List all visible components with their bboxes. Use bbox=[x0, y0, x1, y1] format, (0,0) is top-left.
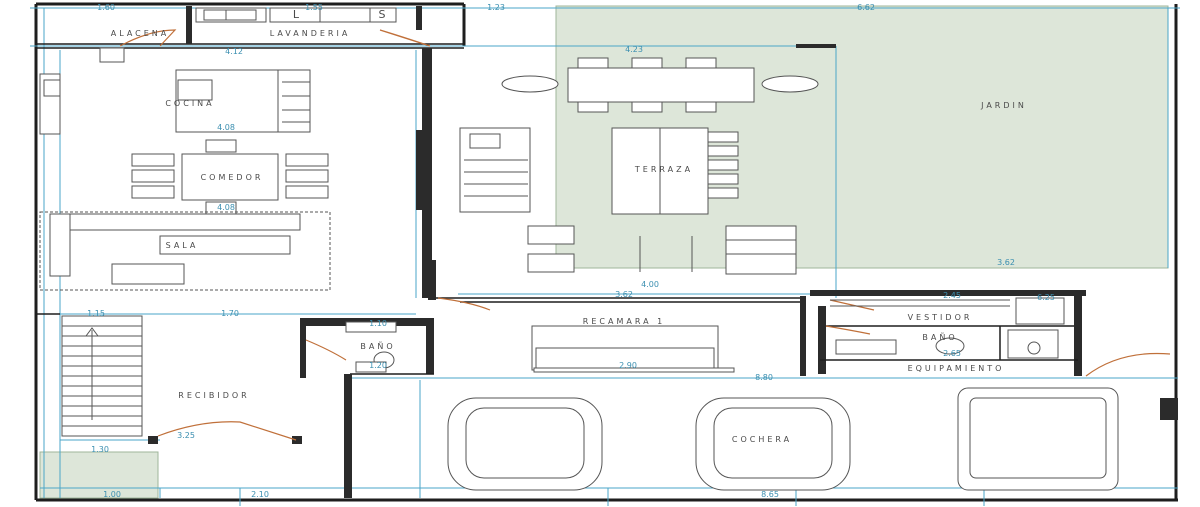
label-recibidor: RECIBIDOR bbox=[178, 391, 249, 400]
dim-2-90: 2.90 bbox=[619, 361, 637, 370]
dim-8-80: 8.80 bbox=[755, 373, 773, 382]
dim-1-23: 1.23 bbox=[487, 3, 505, 12]
dim-4-08-a: 4.08 bbox=[217, 123, 235, 132]
dim-3-62-a: 3.62 bbox=[997, 258, 1015, 267]
service-furniture bbox=[39, 7, 397, 135]
label-s: S bbox=[379, 8, 386, 21]
dim-3-25: 3.25 bbox=[177, 431, 195, 440]
dim-3-62-b: 3.62 bbox=[615, 290, 633, 299]
label-terraza: TERRAZA bbox=[634, 165, 693, 174]
label-cocina: COCINA bbox=[165, 99, 214, 108]
dim-1-70: 1.70 bbox=[221, 309, 239, 318]
label-alacena: ALACENA bbox=[111, 29, 170, 38]
label-bano-right: BAÑO bbox=[922, 332, 957, 342]
planter-area bbox=[39, 451, 159, 499]
dim-2-45: 2.45 bbox=[943, 291, 961, 300]
label-recamara: RECAMARA 1 bbox=[583, 317, 665, 326]
label-bano-left: BAÑO bbox=[360, 341, 395, 351]
dim-1-15: 1.15 bbox=[87, 309, 105, 318]
dim-4-23: 4.23 bbox=[625, 45, 643, 54]
dim-8-65: 8.65 bbox=[761, 490, 779, 499]
dim-6-62: 6.62 bbox=[857, 3, 875, 12]
label-comedor: COMEDOR bbox=[201, 173, 264, 182]
floor-plan: ALACENA LAVANDERIA L S COCINA COMEDOR SA… bbox=[30, 2, 1180, 506]
dim-4-08-b: 4.08 bbox=[217, 203, 235, 212]
dim-1-55: 1.55 bbox=[305, 3, 323, 12]
stair bbox=[61, 315, 143, 437]
living-room bbox=[39, 211, 331, 291]
dim-6-25: 6.25 bbox=[1037, 293, 1055, 302]
label-sala: SALA bbox=[166, 241, 199, 250]
label-vestidor: VESTIDOR bbox=[908, 313, 973, 322]
dim-2-65: 2.65 bbox=[943, 349, 961, 358]
dim-1-60: 1.60 bbox=[97, 3, 115, 12]
dim-4-12: 4.12 bbox=[225, 47, 243, 56]
dim-1-00: 1.00 bbox=[103, 490, 121, 499]
dim-1-10: 1.10 bbox=[369, 319, 387, 328]
label-jardin: JARDIN bbox=[980, 101, 1027, 110]
dim-2-10: 2.10 bbox=[251, 490, 269, 499]
label-lavanderia: LAVANDERIA bbox=[270, 29, 351, 38]
label-equipamiento: EQUIPAMIENTO bbox=[908, 364, 1005, 373]
label-cochera: COCHERA bbox=[732, 435, 792, 444]
dim-4-00: 4.00 bbox=[641, 280, 659, 289]
label-l: L bbox=[293, 8, 300, 21]
dim-1-30: 1.30 bbox=[91, 445, 109, 454]
dim-1-20: 1.20 bbox=[369, 361, 387, 370]
